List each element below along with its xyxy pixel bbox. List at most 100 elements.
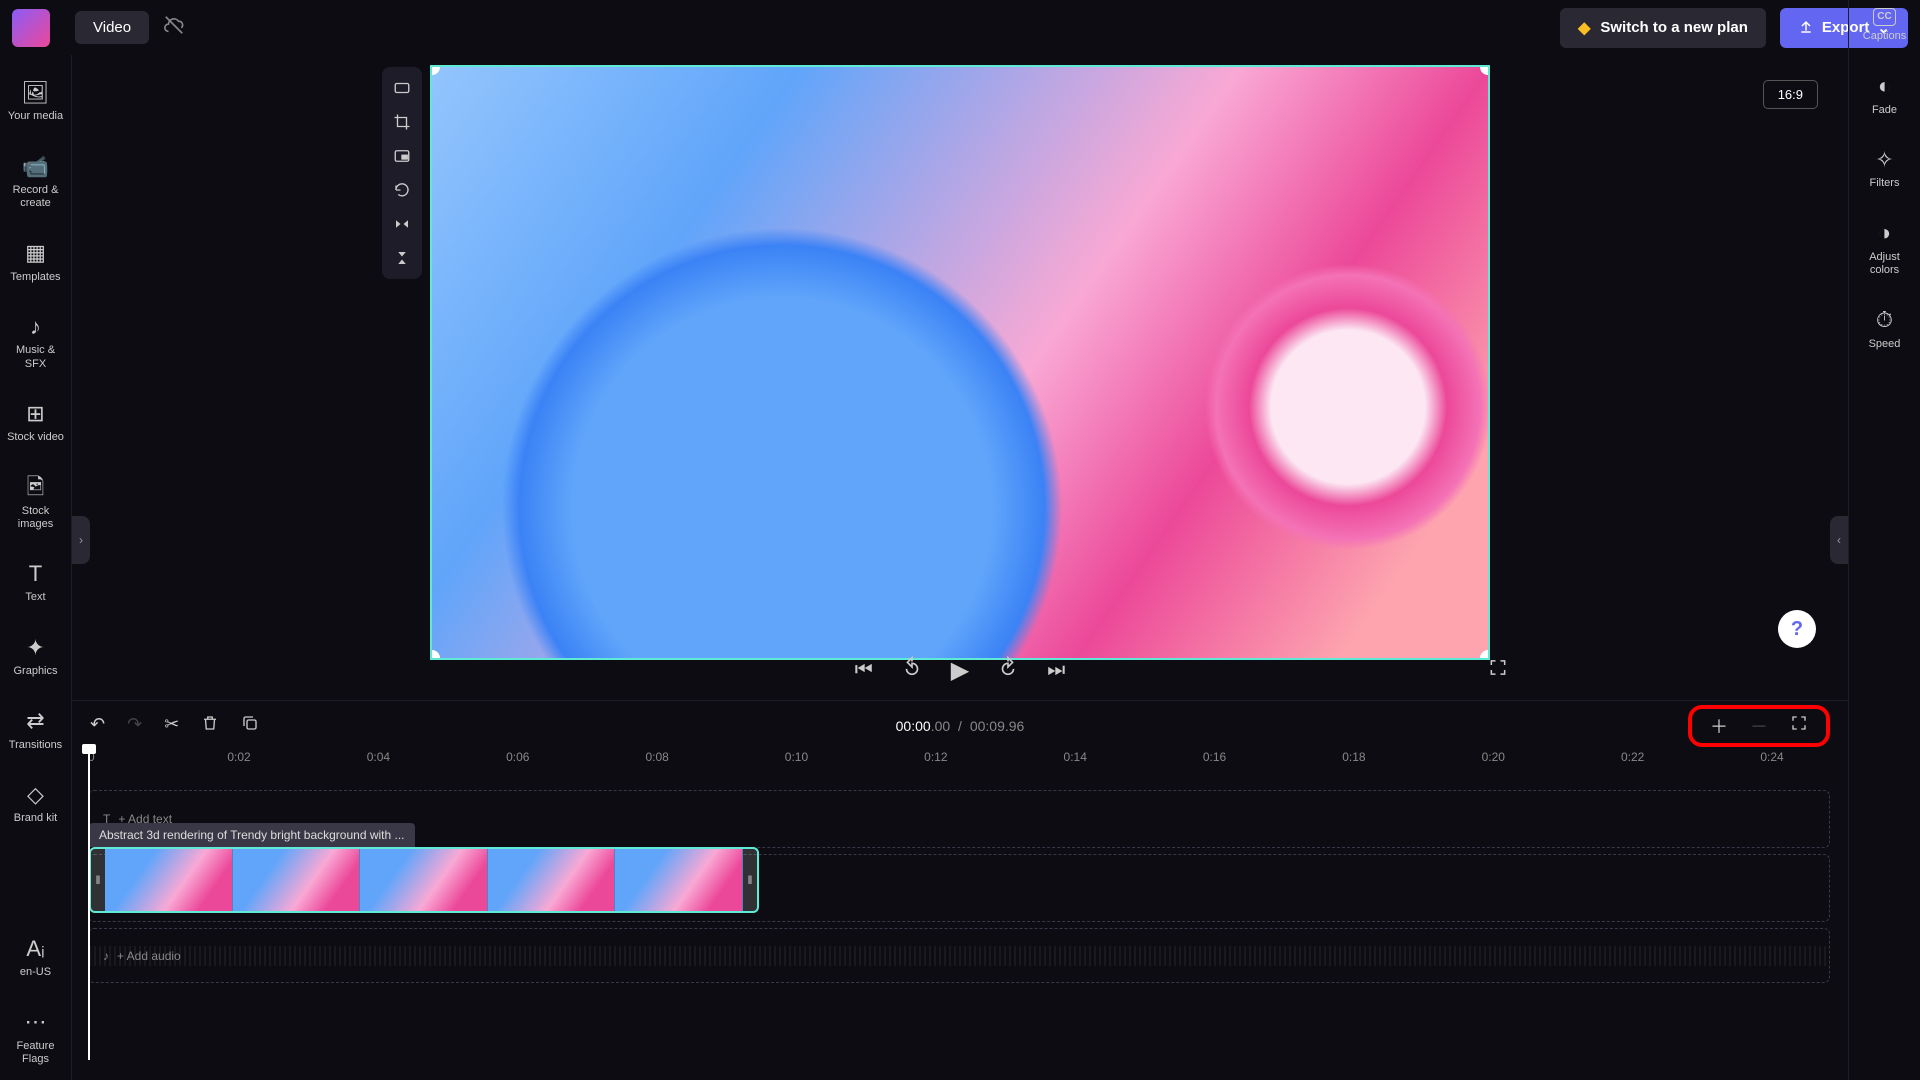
duplicate-button[interactable] [241, 714, 259, 737]
ruler-tick: 0:24 [1760, 750, 1783, 764]
sidebar-filters[interactable]: ✧Filters [1854, 147, 1916, 191]
ruler-tick: 0:06 [506, 750, 529, 764]
timeline-ruler[interactable]: 0 0:02 0:04 0:06 0:08 0:10 0:12 0:14 0:1… [88, 750, 1830, 775]
sidebar-templates[interactable]: ▦Templates [5, 240, 67, 284]
language-icon: Aᵢ [26, 936, 44, 962]
forward-10s-button[interactable] [997, 656, 1019, 684]
sidebar-record[interactable]: 📹Record & create [5, 154, 67, 211]
preview-shape [1128, 187, 1490, 627]
help-button[interactable]: ? [1778, 610, 1816, 648]
sidebar-captions[interactable]: CCCaptions [1854, 8, 1916, 43]
ruler-tick: 0:04 [367, 750, 390, 764]
image-icon: 🖻 [27, 474, 45, 500]
ruler-tick: 0:02 [227, 750, 250, 764]
flip-v-button[interactable] [386, 241, 418, 275]
sidebar-adjust-colors[interactable]: ◑Adjust colors [1854, 220, 1916, 277]
sidebar-brand-kit[interactable]: ◇Brand kit [5, 782, 67, 826]
preview-area: 16:9 [72, 55, 1848, 705]
fit-button[interactable] [386, 71, 418, 105]
ruler-tick: 0:12 [924, 750, 947, 764]
video-icon: ⊞ [26, 401, 44, 427]
question-icon: ? [1791, 618, 1803, 641]
sidebar-fade[interactable]: ◐Fade [1854, 73, 1916, 117]
diamond-icon: ◆ [1578, 18, 1590, 38]
timecode-current: 00:00 [896, 718, 931, 734]
upload-icon [1798, 18, 1814, 38]
sidebar-music[interactable]: ♪Music & SFX [5, 314, 67, 371]
sidebar-feature-flags[interactable]: ⋯Feature Flags [5, 1009, 67, 1066]
skip-start-button[interactable]: ⏮ [855, 659, 873, 682]
filters-icon: ✧ [1875, 147, 1893, 173]
playback-controls: ⏮ ▶ ⏭ ? [72, 640, 1848, 700]
music-icon: ♪ [30, 314, 41, 340]
camera-icon: 📹 [22, 154, 49, 180]
zoom-controls-highlighted: ＋ － [1688, 705, 1830, 747]
clip-thumb [360, 849, 488, 911]
switch-plan-button[interactable]: ◆ Switch to a new plan [1560, 8, 1766, 48]
app-logo[interactable] [12, 9, 50, 47]
clip-thumb [233, 849, 361, 911]
video-clip[interactable]: Abstract 3d rendering of Trendy bright b… [89, 823, 759, 923]
dots-icon: ⋯ [25, 1009, 47, 1035]
skip-end-button[interactable]: ⏭ [1047, 659, 1065, 682]
video-track-lane[interactable]: Abstract 3d rendering of Trendy bright b… [88, 854, 1830, 922]
media-icon: 🖼 [22, 80, 50, 106]
timecode-total: 00:09 [970, 718, 1005, 734]
brand-icon: ◇ [27, 782, 44, 808]
clip-thumb [615, 849, 743, 911]
clip-thumb [105, 849, 233, 911]
audio-track-lane[interactable]: ♪+ Add audio [88, 928, 1830, 983]
flip-h-button[interactable] [386, 207, 418, 241]
pip-button[interactable] [386, 139, 418, 173]
play-button[interactable]: ▶ [951, 656, 969, 685]
sidebar-transitions[interactable]: ⇄Transitions [5, 708, 67, 752]
rotate-button[interactable] [386, 173, 418, 207]
audio-waveform-placeholder [89, 946, 1829, 966]
speed-icon: ⏱ [1876, 307, 1893, 333]
clip-trim-left[interactable]: ‖ [91, 849, 105, 911]
sidebar-speed[interactable]: ⏱Speed [1854, 307, 1916, 351]
back-10s-button[interactable] [901, 656, 923, 684]
undo-button[interactable]: ↶ [90, 714, 105, 737]
ruler-tick: 0:16 [1203, 750, 1226, 764]
zoom-in-button[interactable]: ＋ [1710, 713, 1728, 739]
preview-canvas[interactable] [430, 65, 1490, 660]
timeline-tracks: T+ Add text Abstract 3d rendering of Tre… [88, 790, 1830, 989]
zoom-fit-button[interactable] [1790, 714, 1808, 737]
switch-plan-label: Switch to a new plan [1600, 19, 1748, 36]
sidebar-stock-images[interactable]: 🖻Stock images [5, 474, 67, 531]
sidebar-graphics[interactable]: ✦Graphics [5, 635, 67, 679]
adjust-icon: ◑ [1878, 220, 1891, 246]
fullscreen-button[interactable] [1488, 658, 1508, 683]
ruler-tick: 0:18 [1342, 750, 1365, 764]
ruler-tick: 0:08 [645, 750, 668, 764]
delete-button[interactable] [201, 714, 219, 737]
aspect-ratio-button[interactable]: 16:9 [1763, 80, 1818, 109]
timeline-toolbar: ↶ ↷ ✂ 00:00.00 / 00:09.96 ＋ － [72, 700, 1848, 750]
crop-button[interactable] [386, 105, 418, 139]
sidebar-left: 🖼Your media 📹Record & create ▦Templates … [0, 55, 72, 1080]
sidebar-stock-video[interactable]: ⊞Stock video [5, 401, 67, 445]
captions-icon: CC [1873, 8, 1895, 26]
ruler-tick: 0:14 [1064, 750, 1087, 764]
clip-thumb [488, 849, 616, 911]
sidebar-text[interactable]: TText [5, 561, 67, 605]
graphics-icon: ✦ [26, 635, 44, 661]
transitions-icon: ⇄ [26, 708, 44, 734]
fade-icon: ◐ [1878, 73, 1891, 99]
project-title-chip[interactable]: Video [75, 11, 149, 44]
playhead[interactable] [88, 748, 90, 1060]
ruler-tick: 0:10 [785, 750, 808, 764]
sidebar-language[interactable]: Aᵢen-US [5, 936, 67, 980]
preview-toolbar [382, 67, 422, 279]
resize-handle-tl[interactable] [430, 65, 440, 75]
cloud-sync-off-icon[interactable] [163, 14, 185, 41]
resize-handle-tr[interactable] [1480, 65, 1490, 75]
preview-shape [432, 158, 1132, 660]
clip-trim-right[interactable]: ‖ [743, 849, 757, 911]
redo-button[interactable]: ↷ [127, 714, 142, 737]
sidebar-your-media[interactable]: 🖼Your media [5, 80, 67, 124]
split-button[interactable]: ✂ [164, 714, 179, 737]
clip-label: Abstract 3d rendering of Trendy bright b… [89, 823, 415, 847]
zoom-out-button[interactable]: － [1750, 713, 1768, 739]
